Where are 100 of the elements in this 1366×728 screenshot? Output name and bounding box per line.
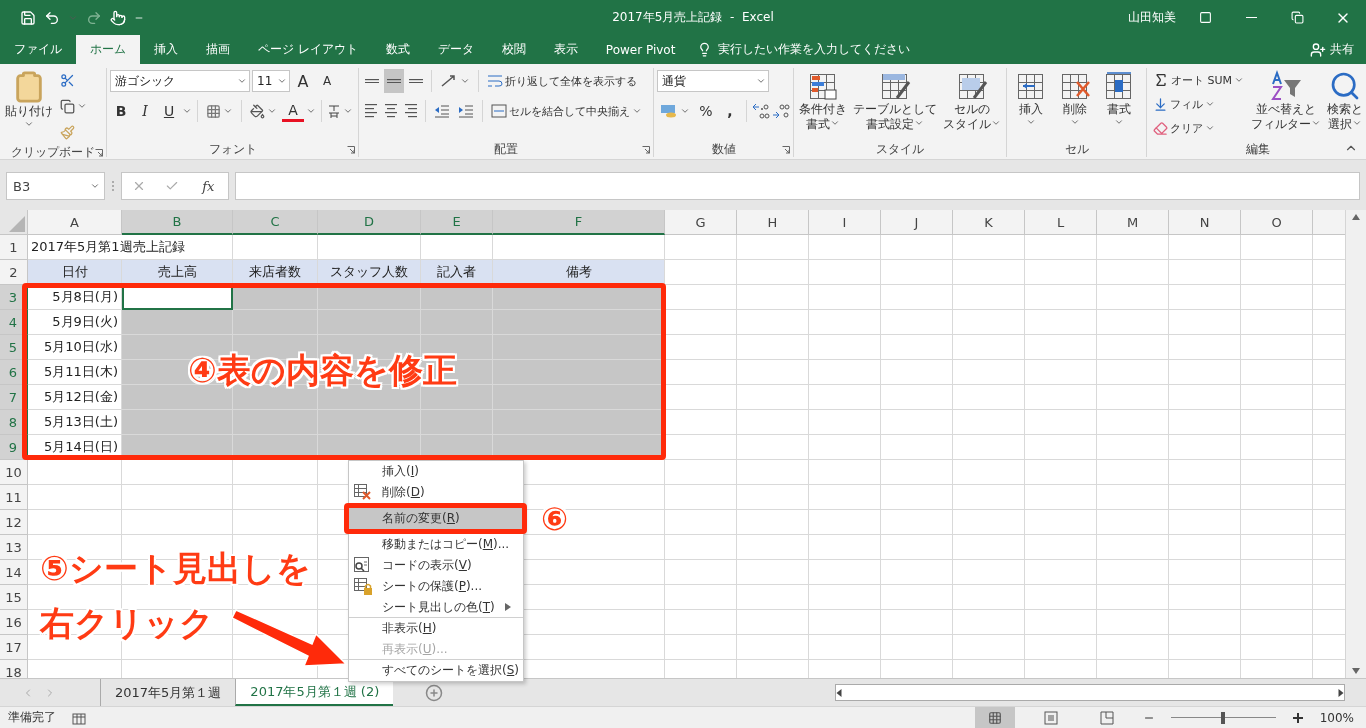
column-header[interactable]: M xyxy=(1097,210,1169,235)
ribbon-tab[interactable]: ファイル xyxy=(0,35,76,64)
column-header[interactable]: N xyxy=(1169,210,1241,235)
underline-button[interactable]: U xyxy=(158,99,180,123)
editing-button[interactable]: 並べ替えと フィルター xyxy=(1249,68,1324,141)
menu-item[interactable]: 削除(D) xyxy=(349,482,523,503)
sheet-tab[interactable]: 2017年5月第１週 (2) xyxy=(235,679,394,706)
increase-decimal-icon[interactable] xyxy=(752,103,770,119)
tell-me-field[interactable]: 実行したい作業を入力してください xyxy=(718,41,911,58)
scroll-left-icon[interactable] xyxy=(836,688,842,697)
column-header[interactable]: D xyxy=(318,210,421,235)
ribbon-tab[interactable]: ページ レイアウト xyxy=(244,35,372,64)
style-button[interactable]: テーブルとして 書式設定 xyxy=(851,68,939,141)
menu-item[interactable]: シートの保護(P)... xyxy=(349,576,523,597)
macro-record-icon[interactable] xyxy=(72,710,86,725)
phonetic-guide-icon[interactable] xyxy=(327,103,341,119)
redo-icon[interactable] xyxy=(86,9,102,26)
menu-item[interactable]: 移動またはコピー(M)... xyxy=(349,534,523,555)
number-format-dropdown[interactable]: 通貨 xyxy=(657,70,769,92)
row-number[interactable]: 18 xyxy=(0,660,28,678)
touch-mode-icon[interactable] xyxy=(110,9,126,26)
dialog-launcher-icon[interactable] xyxy=(95,148,103,157)
ribbon-tab[interactable]: Power Pivot xyxy=(591,35,690,64)
row-number[interactable]: 16 xyxy=(0,610,28,635)
ribbon-tab[interactable]: ホーム xyxy=(76,35,140,64)
scroll-up-icon[interactable] xyxy=(1352,214,1360,220)
merge-center-button[interactable]: セルを結合して中央揃え xyxy=(488,99,645,123)
comma-button[interactable]: , xyxy=(719,99,741,123)
new-sheet-icon[interactable] xyxy=(425,683,444,702)
formula-field[interactable] xyxy=(235,172,1360,200)
row-number[interactable]: 12 xyxy=(0,510,28,535)
save-icon[interactable] xyxy=(20,9,36,26)
column-header[interactable]: K xyxy=(953,210,1025,235)
menu-item[interactable]: 挿入(I) xyxy=(349,461,523,482)
row-number[interactable]: 10 xyxy=(0,460,28,485)
row-number[interactable]: 15 xyxy=(0,585,28,610)
header-cell: 来店者数 xyxy=(233,260,318,285)
ribbon-tab[interactable]: 数式 xyxy=(371,35,424,64)
insert-function-button[interactable]: fx xyxy=(198,178,219,194)
row-number[interactable]: 2 xyxy=(0,260,28,285)
menu-item[interactable]: シート見出しの色(T) xyxy=(349,597,523,618)
menu-item[interactable]: すべてのシートを選択(S) xyxy=(349,660,523,681)
column-header[interactable]: I xyxy=(809,210,881,235)
font-color-button[interactable]: A xyxy=(282,100,304,122)
slider-thumb[interactable] xyxy=(1221,711,1226,724)
ribbon-tab[interactable]: 描画 xyxy=(192,35,244,64)
ribbon-tab[interactable]: 表示 xyxy=(539,35,592,64)
cell-button[interactable]: 書式 xyxy=(1098,68,1140,141)
dialog-launcher-icon[interactable] xyxy=(782,145,790,154)
row-number[interactable]: 17 xyxy=(0,635,28,660)
column-header[interactable]: G xyxy=(665,210,737,235)
column-header[interactable]: E xyxy=(421,210,493,235)
dialog-launcher-icon[interactable] xyxy=(642,145,650,154)
vertical-scrollbar[interactable] xyxy=(1345,210,1366,678)
column-header[interactable]: B xyxy=(122,210,233,235)
column-header[interactable]: C xyxy=(233,210,318,235)
share-button[interactable]: 共有 xyxy=(1298,35,1366,64)
cell-button[interactable]: 削除 xyxy=(1054,68,1096,141)
normal-view-button[interactable] xyxy=(974,706,1015,728)
row-number[interactable]: 13 xyxy=(0,535,28,560)
dialog-launcher-icon[interactable] xyxy=(347,145,355,154)
wrap-text-button[interactable]: 折り返して全体を表示する xyxy=(484,69,640,93)
column-header[interactable]: F xyxy=(493,210,665,235)
bold-button[interactable]: B xyxy=(110,99,132,123)
style-button[interactable]: セルの スタイル xyxy=(941,68,1003,141)
undo-icon[interactable] xyxy=(44,9,60,26)
fill-button[interactable]: フィル xyxy=(1150,92,1248,116)
menu-item[interactable]: 名前の変更(R) xyxy=(349,508,523,529)
column-header[interactable]: H xyxy=(737,210,809,235)
cell-button[interactable]: 挿入 xyxy=(1010,68,1052,141)
row-number[interactable]: 1 xyxy=(0,235,28,260)
percent-button[interactable]: % xyxy=(695,99,717,123)
name-box[interactable]: B3 xyxy=(6,172,105,200)
row-number[interactable]: 14 xyxy=(0,560,28,585)
column-header[interactable]: L xyxy=(1025,210,1097,235)
style-button[interactable]: 条件付き 書式 xyxy=(797,68,849,141)
horizontal-scrollbar[interactable] xyxy=(835,684,1345,701)
grow-font-button[interactable]: A xyxy=(292,69,314,93)
menu-item[interactable]: 非表示(H) xyxy=(349,618,523,639)
zoom-in-icon[interactable] xyxy=(1291,711,1304,724)
editing-button[interactable]: 検索と 選択 xyxy=(1325,68,1366,141)
italic-button[interactable]: I xyxy=(134,99,156,123)
scroll-right-icon[interactable] xyxy=(1338,688,1344,697)
menu-item[interactable]: コードの表示(V) xyxy=(349,555,523,576)
column-header[interactable]: A xyxy=(28,210,122,235)
row-number[interactable]: 11 xyxy=(0,485,28,510)
ribbon-tab[interactable]: 校閲 xyxy=(487,35,540,64)
ribbon-tab[interactable]: データ xyxy=(423,35,488,64)
clear-button[interactable]: クリア xyxy=(1150,116,1248,140)
middle-align-button[interactable] xyxy=(384,69,404,93)
ribbon-tab[interactable]: 挿入 xyxy=(140,35,192,64)
font-size-dropdown[interactable]: 11 xyxy=(252,70,290,92)
autosum-button[interactable]: オート SUM xyxy=(1150,68,1248,92)
font-name-dropdown[interactable]: 游ゴシック xyxy=(110,70,250,92)
paste-button[interactable]: 貼り付け xyxy=(3,68,55,144)
decrease-decimal-icon[interactable] xyxy=(772,103,790,119)
scroll-down-icon[interactable] xyxy=(1352,668,1360,674)
column-header[interactable]: O xyxy=(1241,210,1313,235)
column-header[interactable]: J xyxy=(881,210,953,235)
shrink-font-button[interactable]: A xyxy=(316,69,338,93)
